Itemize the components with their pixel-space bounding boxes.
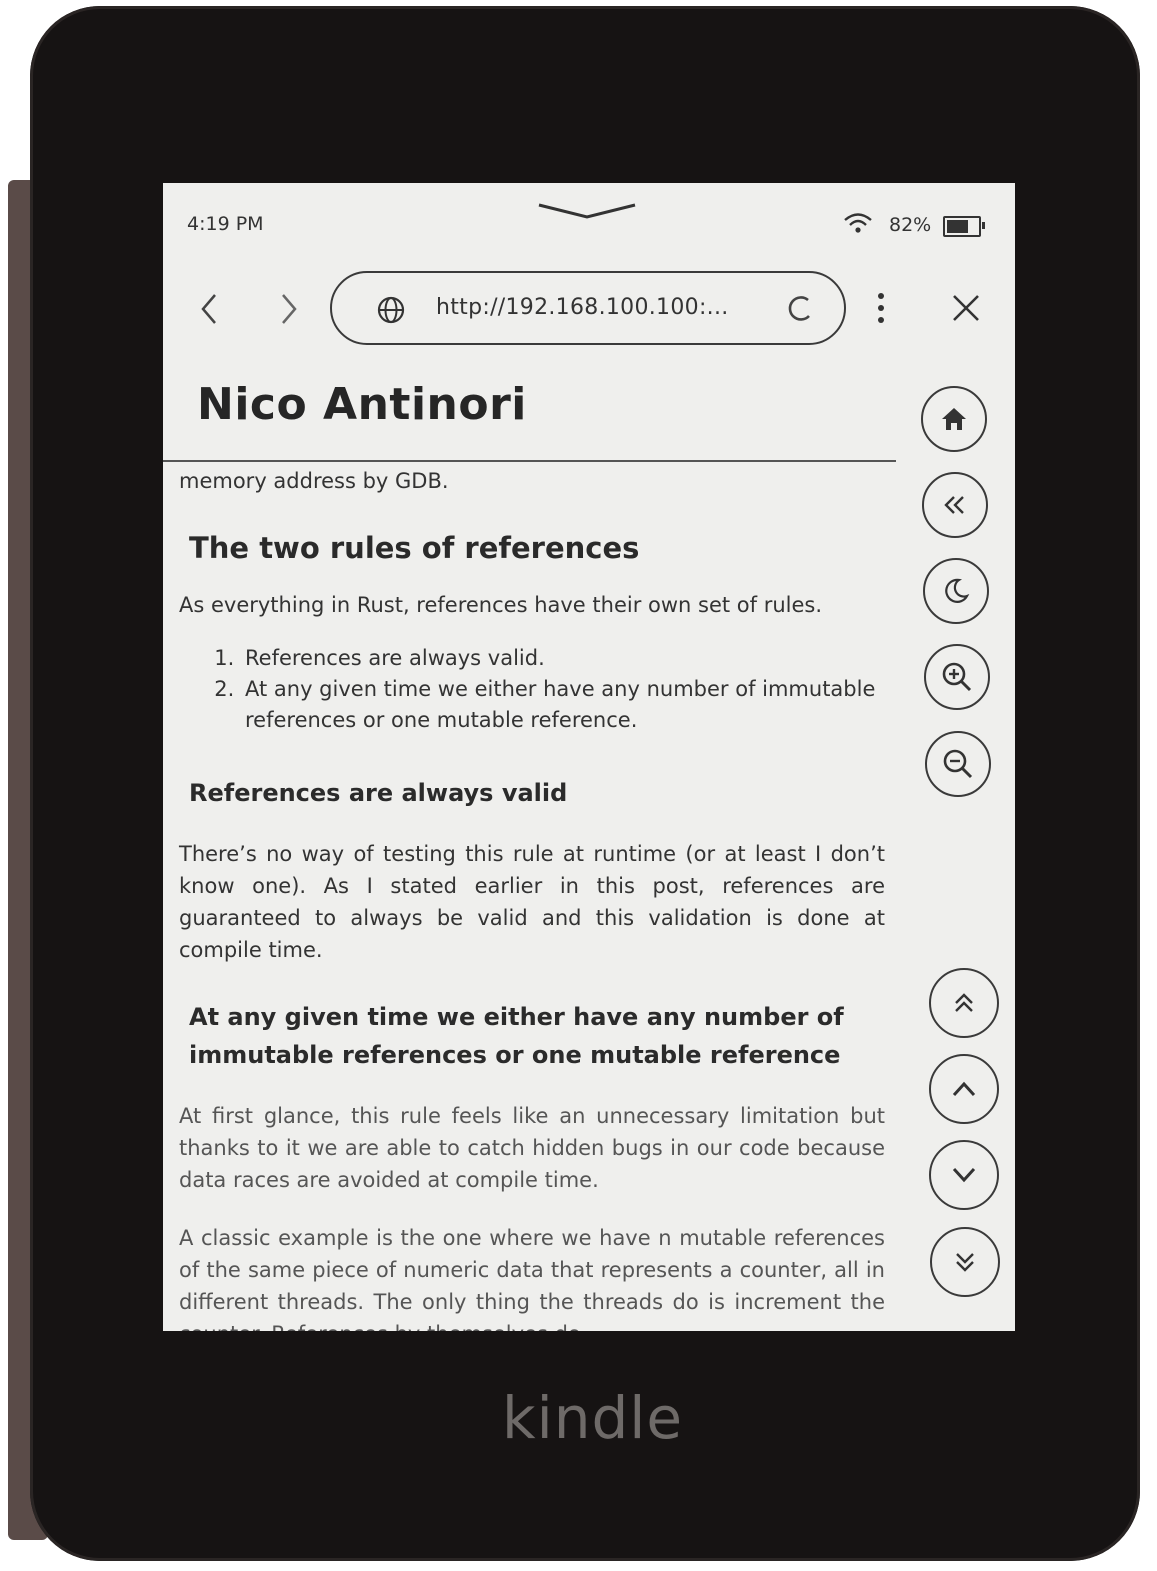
status-bar: 4:19 PM 82% (163, 183, 1015, 253)
zoom-in-button[interactable] (924, 644, 990, 710)
intro-fragment: memory address by GDB. (179, 469, 449, 493)
page-up-button[interactable] (929, 1054, 999, 1124)
battery-icon (943, 216, 985, 237)
page-up-icon (952, 1081, 976, 1097)
address-bar[interactable]: http://192.168.100.100:... (330, 271, 846, 345)
home-button[interactable] (921, 386, 987, 452)
moon-icon (945, 578, 970, 603)
status-time: 4:19 PM (187, 213, 264, 235)
wifi-icon (844, 213, 872, 233)
page-top-button[interactable] (929, 968, 999, 1038)
zoom-out-icon (943, 749, 973, 779)
url-text[interactable]: http://192.168.100.100:... (436, 295, 729, 320)
para-classic-example: A classic example is the one where we ha… (179, 1226, 885, 1331)
battery-fill (947, 220, 969, 233)
reload-icon[interactable] (784, 291, 816, 325)
rewind-button[interactable] (922, 472, 988, 538)
browser-toolbar: http://192.168.100.100:... (163, 271, 1015, 347)
kindle-logo: kindle (502, 1384, 684, 1452)
rules-intro: As everything in Rust, references have t… (179, 593, 823, 617)
header-divider (163, 460, 896, 462)
rules-list: References are always valid. At any give… (213, 643, 885, 736)
zoom-out-button[interactable] (925, 731, 991, 797)
chevron-left-icon (201, 294, 216, 324)
globe-icon (377, 296, 405, 324)
site-title[interactable]: Nico Antinori (197, 379, 527, 430)
page-top-icon (955, 993, 973, 1012)
heading-always-valid: References are always valid (189, 779, 568, 807)
para-always-valid: There’s no way of testing this rule at r… (179, 842, 885, 962)
page-bottom-icon (956, 1253, 974, 1272)
pull-down-chevron-icon[interactable] (537, 201, 637, 221)
back-button[interactable] (193, 291, 225, 327)
more-vertical-icon[interactable] (875, 291, 887, 325)
chevron-right-icon (282, 294, 297, 324)
list-item: At any given time we either have any num… (241, 674, 885, 736)
heading-mutable-rule: At any given time we either have any num… (189, 1003, 844, 1069)
battery-percentage: 82% (889, 214, 932, 236)
heading-two-rules: The two rules of references (189, 531, 640, 565)
rewind-icon (944, 496, 964, 514)
zoom-in-icon (942, 662, 972, 692)
page-down-icon (952, 1167, 976, 1183)
forward-button[interactable] (273, 291, 305, 327)
page-down-button[interactable] (929, 1140, 999, 1210)
home-icon (942, 408, 966, 430)
para-first-glance: At first glance, this rule feels like an… (179, 1104, 885, 1192)
article-content: memory address by GDB. The two rules of … (179, 465, 885, 1331)
e-ink-screen: 4:19 PM 82% http://192.168.100.100:... N… (163, 183, 1015, 1331)
night-mode-button[interactable] (923, 558, 989, 624)
close-icon[interactable] (951, 293, 981, 323)
page-bottom-button[interactable] (930, 1227, 1000, 1297)
battery-nub (982, 222, 985, 229)
list-item: References are always valid. (241, 643, 885, 674)
